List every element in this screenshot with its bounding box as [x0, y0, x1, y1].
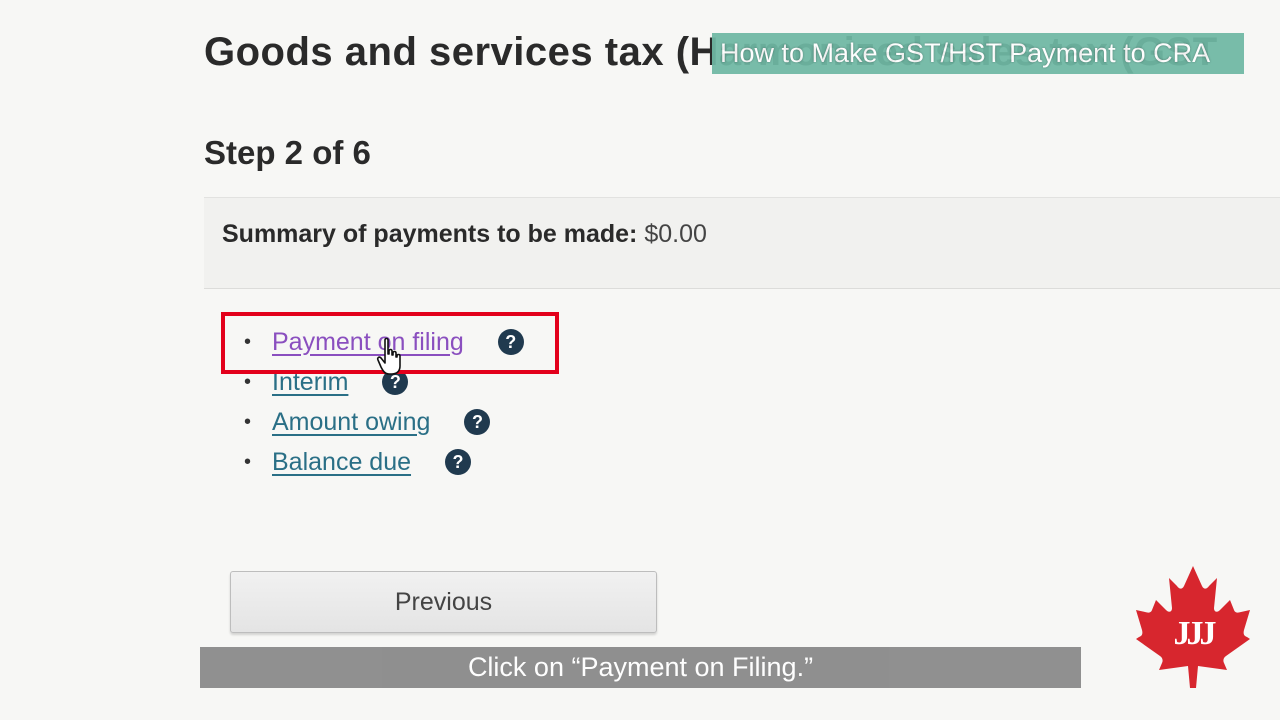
payment-summary-box: Summary of payments to be made: $0.00	[204, 197, 1280, 289]
summary-amount: $0.00	[644, 220, 707, 248]
interim-link[interactable]: Interim	[272, 368, 348, 397]
step-heading: Step 2 of 6	[204, 134, 371, 171]
bullet: •	[244, 450, 252, 473]
payment-on-filing-link[interactable]: Payment on filing	[272, 328, 464, 357]
maple-leaf-logo-icon: JJJ	[1136, 566, 1250, 688]
question-circle-icon[interactable]: ?	[445, 449, 472, 475]
amount-owing-link[interactable]: Amount owing	[272, 408, 430, 437]
question-circle-icon[interactable]: ?	[464, 409, 491, 435]
list-item-balance-due: • Balance due ?	[244, 442, 524, 482]
summary-label: Summary of payments to be made:	[222, 220, 638, 248]
video-caption: Click on “Payment on Filing.”	[200, 647, 1081, 688]
list-item-amount-owing: • Amount owing ?	[244, 402, 524, 442]
logo-letters: JJJ	[1174, 615, 1217, 652]
svg-text:JJJ: JJJ	[1174, 615, 1217, 652]
question-circle-icon[interactable]: ?	[497, 329, 524, 355]
video-title-banner: How to Make GST/HST Payment to CRA	[712, 33, 1244, 74]
summary-text: Summary of payments to be made: $0.00	[222, 220, 707, 249]
hand-cursor-icon	[376, 337, 401, 375]
bullet: •	[244, 410, 252, 433]
previous-button[interactable]: Previous	[230, 571, 657, 633]
balance-due-link[interactable]: Balance due	[272, 448, 411, 477]
bullet: •	[244, 330, 252, 353]
bullet: •	[244, 370, 252, 393]
